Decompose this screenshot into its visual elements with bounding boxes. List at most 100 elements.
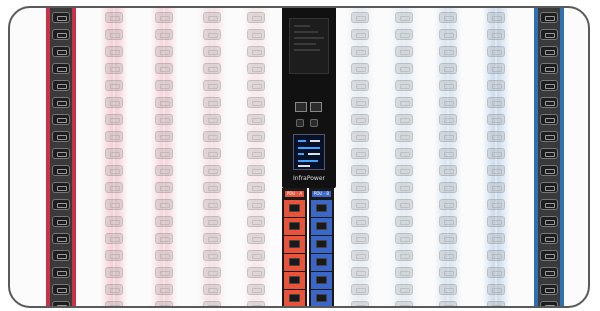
power-outlet-icon xyxy=(395,250,413,261)
power-outlet-icon xyxy=(52,233,70,244)
power-outlet-icon xyxy=(52,250,70,261)
power-outlet-icon xyxy=(203,301,221,306)
power-outlet-icon xyxy=(52,199,70,210)
power-outlet-icon xyxy=(487,301,505,306)
power-outlet-icon xyxy=(247,29,265,40)
power-outlet-icon xyxy=(439,199,457,210)
power-outlet-icon xyxy=(439,29,457,40)
power-outlet-icon xyxy=(52,148,70,159)
power-outlet-icon xyxy=(203,216,221,227)
bank-b: PDU - B xyxy=(309,188,334,306)
power-outlet-icon xyxy=(311,272,332,289)
power-outlet-icon xyxy=(155,131,173,142)
power-outlet-icon xyxy=(105,114,123,125)
power-outlet-icon xyxy=(105,284,123,295)
power-outlet-icon xyxy=(247,182,265,193)
power-outlet-icon xyxy=(247,63,265,74)
power-outlet-icon xyxy=(439,131,457,142)
power-outlet-icon xyxy=(439,12,457,23)
power-outlet-icon xyxy=(105,233,123,244)
power-outlet-icon xyxy=(540,46,558,57)
power-outlet-icon xyxy=(105,131,123,142)
power-outlet-icon xyxy=(155,250,173,261)
status-indicators xyxy=(296,119,322,127)
power-outlet-icon xyxy=(395,148,413,159)
power-outlet-icon xyxy=(311,236,332,253)
power-outlet-icon xyxy=(203,267,221,278)
power-outlet-icon xyxy=(395,97,413,108)
power-outlet-icon xyxy=(52,267,70,278)
power-outlet-icon xyxy=(395,80,413,91)
power-outlet-icon xyxy=(284,290,305,306)
pdu-strip xyxy=(242,8,270,306)
power-outlet-icon xyxy=(351,165,369,176)
power-outlet-icon xyxy=(155,114,173,125)
power-outlet-icon xyxy=(351,148,369,159)
power-outlet-icon xyxy=(247,12,265,23)
power-outlet-icon xyxy=(155,182,173,193)
power-outlet-icon xyxy=(105,267,123,278)
power-outlet-icon xyxy=(351,46,369,57)
power-outlet-icon xyxy=(203,114,221,125)
power-outlet-icon xyxy=(155,165,173,176)
power-outlet-icon xyxy=(540,216,558,227)
power-outlet-icon xyxy=(155,301,173,306)
power-outlet-icon xyxy=(52,29,70,40)
power-outlet-icon xyxy=(439,97,457,108)
power-outlet-icon xyxy=(351,80,369,91)
pdu-strip xyxy=(100,8,128,306)
power-outlet-icon xyxy=(52,114,70,125)
power-outlet-icon xyxy=(395,165,413,176)
power-outlet-icon xyxy=(203,182,221,193)
power-outlet-icon xyxy=(487,29,505,40)
power-outlet-icon xyxy=(155,63,173,74)
power-outlet-icon xyxy=(203,199,221,210)
power-outlet-icon xyxy=(247,284,265,295)
power-outlet-icon xyxy=(284,254,305,271)
power-outlet-icon xyxy=(311,254,332,271)
power-outlet-icon xyxy=(203,250,221,261)
power-outlet-icon xyxy=(105,12,123,23)
power-outlet-icon xyxy=(105,29,123,40)
power-outlet-icon xyxy=(395,114,413,125)
power-outlet-icon xyxy=(439,80,457,91)
ethernet-port-icon xyxy=(295,102,323,114)
power-outlet-icon xyxy=(487,199,505,210)
pdu-strip xyxy=(46,8,76,306)
power-outlet-icon xyxy=(105,97,123,108)
power-outlet-icon xyxy=(540,29,558,40)
power-outlet-icon xyxy=(247,114,265,125)
power-outlet-icon xyxy=(247,250,265,261)
rounded-frame: InfraPower PDU - A PDU - B xyxy=(8,6,590,308)
power-outlet-icon xyxy=(52,216,70,227)
power-outlet-icon xyxy=(52,131,70,142)
power-outlet-icon xyxy=(439,301,457,306)
power-outlet-icon xyxy=(155,80,173,91)
power-outlet-icon xyxy=(203,63,221,74)
power-outlet-icon xyxy=(351,199,369,210)
power-outlet-icon xyxy=(395,199,413,210)
bank-b-label: PDU - B xyxy=(312,191,331,197)
power-outlet-icon xyxy=(439,165,457,176)
power-outlet-icon xyxy=(395,301,413,306)
power-outlet-icon xyxy=(540,63,558,74)
power-outlet-icon xyxy=(203,46,221,57)
power-outlet-icon xyxy=(351,97,369,108)
power-outlet-icon xyxy=(105,199,123,210)
power-outlet-icon xyxy=(351,216,369,227)
power-outlet-icon xyxy=(487,131,505,142)
power-outlet-icon xyxy=(155,199,173,210)
power-outlet-icon xyxy=(395,63,413,74)
power-outlet-icon xyxy=(351,233,369,244)
power-outlet-icon xyxy=(351,301,369,306)
pdu-strip xyxy=(150,8,178,306)
power-outlet-icon xyxy=(540,114,558,125)
power-outlet-icon xyxy=(155,12,173,23)
power-outlet-icon xyxy=(105,80,123,91)
power-outlet-icon xyxy=(247,301,265,306)
power-outlet-icon xyxy=(540,284,558,295)
power-outlet-icon xyxy=(439,284,457,295)
power-outlet-icon xyxy=(395,233,413,244)
pdu-controller: InfraPower xyxy=(282,8,336,188)
power-outlet-icon xyxy=(540,267,558,278)
